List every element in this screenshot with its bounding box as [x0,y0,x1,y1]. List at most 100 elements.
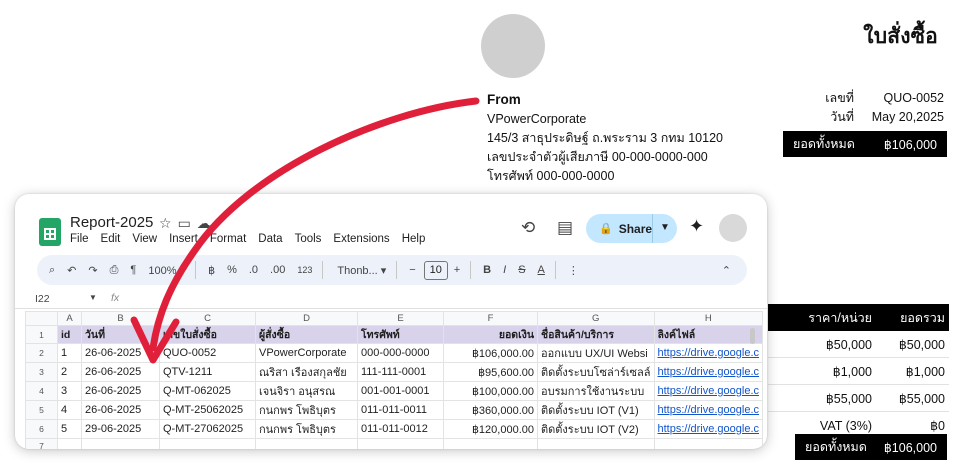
name-box-dropdown-icon[interactable]: ▼ [89,293,97,302]
row-number[interactable]: 2 [25,343,58,363]
header-cell-date[interactable]: วันที่ [81,325,160,344]
cell-id[interactable]: 5 [57,419,82,439]
cell-id[interactable]: 1 [57,343,82,363]
cell-id[interactable]: 2 [57,362,82,382]
header-cell-amount[interactable]: ยอดเงิน [443,325,538,344]
increase-decimal-icon[interactable]: .00 [270,264,285,276]
font-select[interactable]: Thonb... ▾ [337,264,386,277]
avatar[interactable] [719,214,747,242]
column-header-h[interactable]: H [653,311,764,326]
undo-icon[interactable]: ↶ [67,264,76,277]
cell-buyer[interactable]: เจนจิรา อนุสรณ [255,381,358,401]
header-cell-buyer[interactable]: ผู้สั่งซื้อ [255,325,358,344]
cell-order-number[interactable]: QUO-0052 [159,343,256,363]
cell-file-link[interactable]: https://drive.google.c [653,362,764,382]
cell-id[interactable]: 4 [57,400,82,420]
cell-phone[interactable]: 001-001-0001 [357,381,444,401]
number-format-icon[interactable]: 123 [297,265,312,275]
header-cell-order-number[interactable]: เลขใบสั่งซื้อ [159,325,256,344]
select-all-corner[interactable] [25,311,58,326]
column-header-e[interactable]: E [357,311,444,326]
row-number[interactable]: 6 [25,419,58,439]
header-cell-phone[interactable]: โทรศัพท์ [357,325,444,344]
cell-buyer[interactable]: ณริสา เรืองสกุลชัย [255,362,358,382]
menu-format[interactable]: Format [210,233,246,245]
cell-amount[interactable]: ฿120,000.00 [443,419,538,439]
column-header-c[interactable]: C [159,311,256,326]
redo-icon[interactable]: ↷ [88,264,97,277]
cell-order-number[interactable]: Q-MT-062025 [159,381,256,401]
strikethrough-icon[interactable]: S [518,264,525,276]
text-color-icon[interactable]: A [538,264,545,276]
menu-tools[interactable]: Tools [295,233,322,245]
column-header-g[interactable]: G [537,311,655,326]
cell-order-number[interactable]: Q-MT-25062025 [159,400,256,420]
cell-date[interactable]: 29-06-2025 [81,419,160,439]
empty-cell[interactable] [537,438,655,449]
menu-help[interactable]: Help [402,233,426,245]
italic-icon[interactable]: I [503,264,506,276]
column-header-b[interactable]: B [81,311,160,326]
version-history-icon[interactable]: ⟲ [521,218,535,238]
move-folder-icon[interactable]: ▭ [178,215,191,232]
cell-id[interactable]: 3 [57,381,82,401]
decrease-font-size-icon[interactable]: − [409,264,415,276]
decrease-decimal-icon[interactable]: .0 [249,264,258,276]
star-icon[interactable]: ☆ [159,215,172,232]
zoom-select[interactable]: 100% ▾ [148,264,185,277]
empty-cell[interactable] [57,438,82,449]
share-button[interactable]: 🔒 Share ▼ [586,214,677,243]
increase-font-size-icon[interactable]: + [454,264,460,276]
cell-buyer[interactable]: กนกพร โพธิบุตร [255,400,358,420]
cell-amount[interactable]: ฿106,000.00 [443,343,538,363]
cell-buyer[interactable]: กนกพร โพธิบุตร [255,419,358,439]
more-options-icon[interactable]: ⋮ [568,264,579,277]
cell-file-link[interactable]: https://drive.google.c [653,343,764,363]
paint-format-icon[interactable]: ¶ [130,264,136,276]
cell-product[interactable]: ติดตั้งระบบ IOT (V2) [537,419,655,439]
menu-extensions[interactable]: Extensions [333,233,389,245]
cell-product[interactable]: ออกแบบ UX/UI Websi [537,343,655,363]
empty-cell[interactable] [255,438,358,449]
menu-file[interactable]: File [70,233,89,245]
row-number[interactable]: 4 [25,381,58,401]
bold-icon[interactable]: B [483,264,491,276]
cell-product[interactable]: ติดตั้งระบบ IOT (V1) [537,400,655,420]
cell-date[interactable]: 26-06-2025 [81,362,160,382]
menu-view[interactable]: View [132,233,157,245]
search-icon[interactable]: ⌕ [49,264,55,277]
cell-phone[interactable]: 111-111-0001 [357,362,444,382]
cell-phone[interactable]: 011-011-0012 [357,419,444,439]
comments-icon[interactable]: ▤ [557,218,573,238]
cell-file-link[interactable]: https://drive.google.c [653,381,764,401]
empty-cell[interactable] [443,438,538,449]
header-cell-product[interactable]: ชื่อสินค้า/บริการ [537,325,655,344]
cell-product[interactable]: ติดตั้งระบบโซล่าร์เซลล์ [537,362,655,382]
empty-cell[interactable] [159,438,256,449]
cell-phone[interactable]: 011-011-0011 [357,400,444,420]
empty-cell[interactable] [653,438,764,449]
column-header-f[interactable]: F [443,311,538,326]
header-cell-file-link[interactable]: ลิงค์ไฟล์ [653,325,764,344]
row-number[interactable]: 5 [25,400,58,420]
menu-edit[interactable]: Edit [101,233,121,245]
column-header-a[interactable]: A [57,311,82,326]
cell-file-link[interactable]: https://drive.google.c [653,400,764,420]
cell-order-number[interactable]: QTV-1211 [159,362,256,382]
spreadsheet-title[interactable]: Report-2025 [70,214,153,231]
currency-format-icon[interactable]: ฿ [208,264,215,277]
cell-order-number[interactable]: Q-MT-27062025 [159,419,256,439]
vertical-scrollbar[interactable] [750,328,755,344]
share-dropdown-icon[interactable]: ▼ [660,222,670,233]
menu-insert[interactable]: Insert [169,233,198,245]
cell-buyer[interactable]: VPowerCorporate [255,343,358,363]
cell-date[interactable]: 26-06-2025 [81,400,160,420]
sheets-logo-icon[interactable] [39,218,61,246]
empty-cell[interactable] [81,438,160,449]
menu-data[interactable]: Data [258,233,282,245]
print-icon[interactable]: ⎙ [110,264,119,277]
collapse-toolbar-icon[interactable]: ⌃ [722,264,731,277]
cell-date[interactable]: 26-06-2025 [81,343,160,363]
name-box[interactable]: I22 [35,293,50,305]
cell-amount[interactable]: ฿100,000.00 [443,381,538,401]
